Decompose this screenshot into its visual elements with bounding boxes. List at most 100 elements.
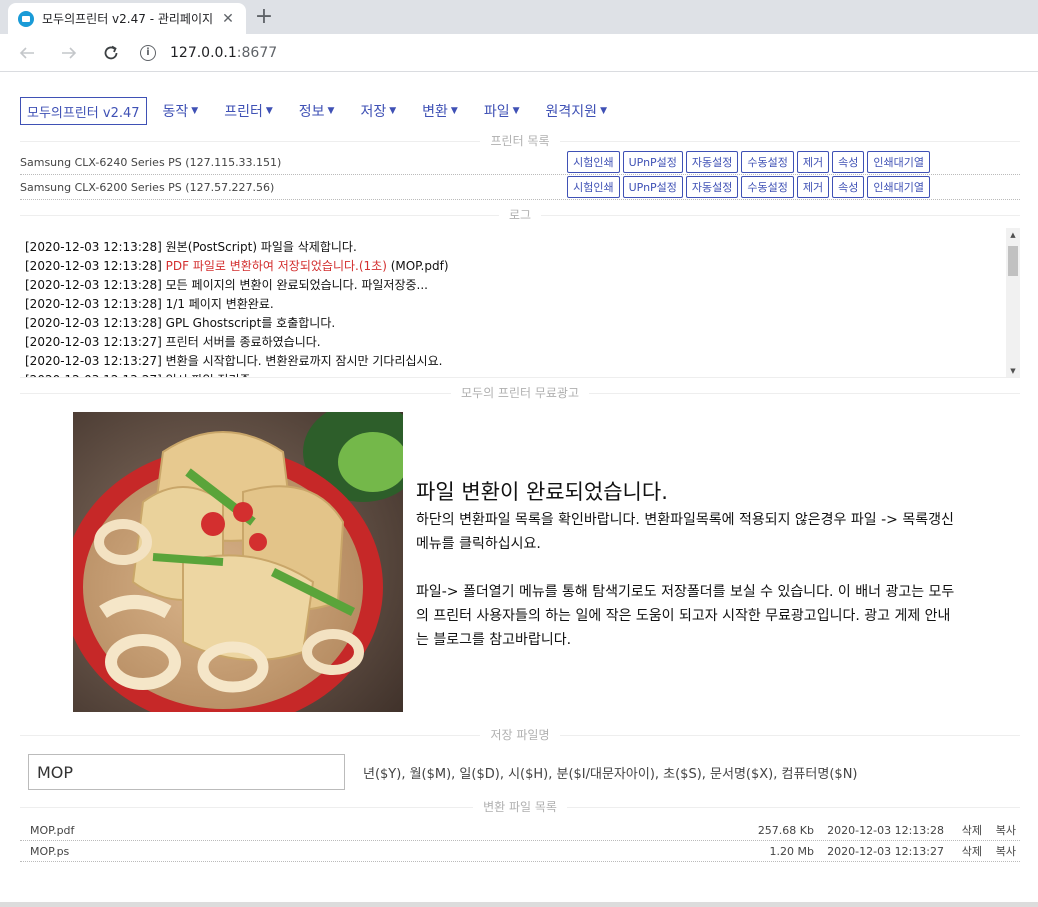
copy-link[interactable]: 복사 — [982, 843, 1020, 859]
log-scrollbar[interactable]: ▲ ▼ — [1006, 228, 1020, 377]
printer-action-button[interactable]: 자동설정 — [685, 151, 739, 173]
filename-row: 년($Y), 월($M), 일($D), 시($H), 분($I/대문자아이),… — [20, 752, 1020, 792]
brand-button[interactable]: 모두의프린터 v2.47 — [20, 97, 147, 125]
menu-item-label: 파일 — [483, 104, 510, 120]
log-message: 모든 페이지의 변환이 완료되었습니다. 파일저장중... — [165, 278, 428, 292]
ad-paragraph-2: 파일-> 폴더열기 메뉴를 통해 탐색기로도 저장폴더를 보실 수 있습니다. … — [416, 584, 955, 648]
printer-action-button[interactable]: 인쇄대기열 — [867, 176, 930, 198]
menu-item-1[interactable]: 프린터 ▼ — [224, 101, 273, 121]
delete-link[interactable]: 삭제 — [944, 822, 982, 838]
printer-row: Samsung CLX-6240 Series PS (127.115.33.1… — [20, 150, 1020, 175]
menu-bar: 모두의프린터 v2.47 동작 ▼ 프린터 ▼ 정보 ▼ 저장 ▼ 변환 ▼ 파일 ▼ 원격지원 ▼ — [20, 96, 1020, 126]
log-timestamp: [2020-12-03 12:13:28] — [25, 297, 162, 311]
address-bar[interactable]: i 127.0.0.1:8677 — [140, 37, 1038, 68]
filename-header: 저장 파일명 — [20, 726, 1020, 744]
log-timestamp: [2020-12-03 12:13:28] — [25, 259, 162, 273]
file-name-link[interactable]: MOP.pdf — [30, 824, 734, 837]
browser-toolbar: i 127.0.0.1:8677 — [0, 34, 1038, 72]
log-line: [2020-12-03 12:13:28] GPL Ghostscript를 호… — [25, 314, 1020, 333]
printer-action-button[interactable]: UPnP설정 — [622, 176, 683, 198]
menu-item-6[interactable]: 원격지원 ▼ — [546, 101, 607, 121]
printer-list-title: 프린터 목록 — [480, 134, 560, 148]
scroll-thumb[interactable] — [1008, 246, 1018, 276]
reload-icon[interactable] — [96, 38, 126, 68]
printer-row: Samsung CLX-6200 Series PS (127.57.227.5… — [20, 175, 1020, 200]
browser-tabbar: 모두의프린터 v2.47 - 관리페이지 ✕ + — [0, 0, 1038, 34]
printer-action-button[interactable]: 수동설정 — [741, 151, 794, 173]
printer-actions: 시험인쇄 UPnP설정 자동설정 수동설정 제거 속성 인쇄대기열 — [567, 176, 930, 198]
filename-input[interactable] — [28, 754, 345, 790]
file-name-link[interactable]: MOP.ps — [30, 845, 734, 858]
menu-item-label: 저장 — [360, 104, 387, 120]
printer-list-header: 프린터 목록 — [20, 132, 1020, 150]
printer-action-button[interactable]: 자동설정 — [685, 176, 739, 198]
scroll-up-arrow-icon[interactable]: ▲ — [1006, 231, 1020, 239]
log-timestamp: [2020-12-03 12:13:28] — [25, 278, 162, 292]
printer-list: Samsung CLX-6240 Series PS (127.115.33.1… — [20, 150, 1020, 200]
printer-name: Samsung CLX-6200 Series PS (127.57.227.5… — [20, 180, 275, 194]
file-row: MOP.pdf 257.68 Kb 2020-12-03 12:13:28 삭제 복사 — [20, 820, 1020, 841]
log-line: [2020-12-03 12:13:27] 변환을 시작합니다. 변환완료까지 … — [25, 352, 1020, 371]
printer-action-button[interactable]: 시험인쇄 — [567, 176, 620, 198]
log-message: 1/1 페이지 변환완료. — [165, 297, 274, 311]
log-line: [2020-12-03 12:13:28] PDF 파일로 변환하여 저장되었습… — [25, 257, 1020, 276]
log-message: GPL Ghostscript를 호출합니다. — [165, 316, 336, 330]
printer-name: Samsung CLX-6240 Series PS (127.115.33.1… — [20, 155, 282, 169]
caret-down-icon: ▼ — [389, 106, 397, 116]
log-timestamp: [2020-12-03 12:13:27] — [25, 354, 162, 368]
close-tab-icon[interactable]: ✕ — [220, 11, 236, 27]
log-line: [2020-12-03 12:13:28] 1/1 페이지 변환완료. — [25, 295, 1020, 314]
url-host: 127.0.0.1 — [170, 44, 237, 61]
bottom-strip — [0, 902, 1038, 907]
printer-action-button[interactable]: 인쇄대기열 — [867, 151, 930, 173]
browser-tab[interactable]: 모두의프린터 v2.47 - 관리페이지 ✕ — [8, 3, 246, 34]
menu-item-label: 원격지원 — [545, 104, 598, 120]
menu-item-2[interactable]: 정보 ▼ — [299, 101, 335, 121]
ad-header: 모두의 프린터 무료광고 — [20, 384, 1020, 402]
log-line: [2020-12-03 12:13:27] 프린터 서버를 종료하였습니다. — [25, 333, 1020, 352]
menu-item-3[interactable]: 저장 ▼ — [360, 101, 396, 121]
menu-item-5[interactable]: 파일 ▼ — [484, 101, 520, 121]
log-file-ref: (MOP.pdf) — [386, 259, 449, 273]
delete-link[interactable]: 삭제 — [944, 843, 982, 859]
log-lines: [2020-12-03 12:13:28] 원본(PostScript) 파일을… — [20, 228, 1020, 377]
menu-item-4[interactable]: 변환 ▼ — [422, 101, 458, 121]
printer-action-button[interactable]: UPnP설정 — [622, 151, 683, 173]
file-list-header: 변환 파일 목록 — [20, 798, 1020, 816]
site-info-icon[interactable]: i — [140, 44, 156, 61]
caret-down-icon: ▼ — [191, 106, 199, 116]
menu-item-0[interactable]: 동작 ▼ — [163, 101, 199, 121]
printer-actions: 시험인쇄 UPnP설정 자동설정 수동설정 제거 속성 인쇄대기열 — [567, 151, 930, 173]
caret-down-icon: ▼ — [450, 106, 458, 116]
log-message: 원본(PostScript) 파일을 삭제합니다. — [165, 240, 357, 254]
log-line: [2020-12-03 12:13:28] 모든 페이지의 변환이 완료되었습니… — [25, 276, 1020, 295]
menu-items: 동작 ▼ 프린터 ▼ 정보 ▼ 저장 ▼ 변환 ▼ 파일 ▼ 원격지원 ▼ — [147, 101, 607, 121]
printer-action-button[interactable]: 시험인쇄 — [567, 151, 620, 173]
scroll-down-arrow-icon[interactable]: ▼ — [1006, 367, 1020, 375]
printer-action-button[interactable]: 제거 — [796, 176, 830, 198]
ad-banner[interactable]: 파일 변환이 완료되었습니다. 하단의 변환파일 목록을 확인바랍니다. 변환파… — [20, 412, 1020, 712]
new-tab-icon[interactable]: + — [252, 4, 276, 29]
filename-title: 저장 파일명 — [480, 728, 560, 742]
file-size: 257.68 Kb — [757, 823, 814, 837]
printer-action-button[interactable]: 제거 — [796, 151, 830, 173]
log-message: 변환을 시작합니다. 변환완료까지 잠시만 기다리십시요. — [165, 354, 443, 368]
caret-down-icon: ▼ — [265, 106, 273, 116]
log-box[interactable]: [2020-12-03 12:13:28] 원본(PostScript) 파일을… — [20, 228, 1020, 378]
printer-action-button[interactable]: 수동설정 — [741, 176, 794, 198]
file-list: MOP.pdf 257.68 Kb 2020-12-03 12:13:28 삭제 복사 M… — [20, 820, 1020, 862]
menu-item-label: 변환 — [422, 104, 448, 120]
back-arrow-icon[interactable] — [12, 38, 42, 68]
copy-link[interactable]: 복사 — [982, 822, 1020, 838]
ad-title: 파일 변환이 완료되었습니다. — [416, 480, 668, 504]
printer-action-button[interactable]: 속성 — [832, 176, 865, 198]
ad-text: 파일 변환이 완료되었습니다. 하단의 변환파일 목록을 확인바랍니다. 변환파… — [416, 412, 956, 712]
file-date: 2020-12-03 12:13:27 — [827, 844, 944, 858]
log-title: 로그 — [498, 208, 542, 222]
fishcake-soup-image — [73, 412, 403, 712]
printer-action-button[interactable]: 속성 — [832, 151, 865, 173]
admin-page: 모두의프린터 v2.47 동작 ▼ 프린터 ▼ 정보 ▼ 저장 ▼ 변환 ▼ 파일 ▼ 원격지원 ▼ 프린… — [0, 96, 1038, 862]
file-row: MOP.ps 1.20 Mb 2020-12-03 12:13:27 삭제 복사 — [20, 841, 1020, 862]
forward-arrow-icon[interactable] — [54, 38, 84, 68]
ad-paragraph-1: 하단의 변환파일 목록을 확인바랍니다. 변환파일목록에 적용되지 않은경우 파… — [416, 512, 954, 552]
